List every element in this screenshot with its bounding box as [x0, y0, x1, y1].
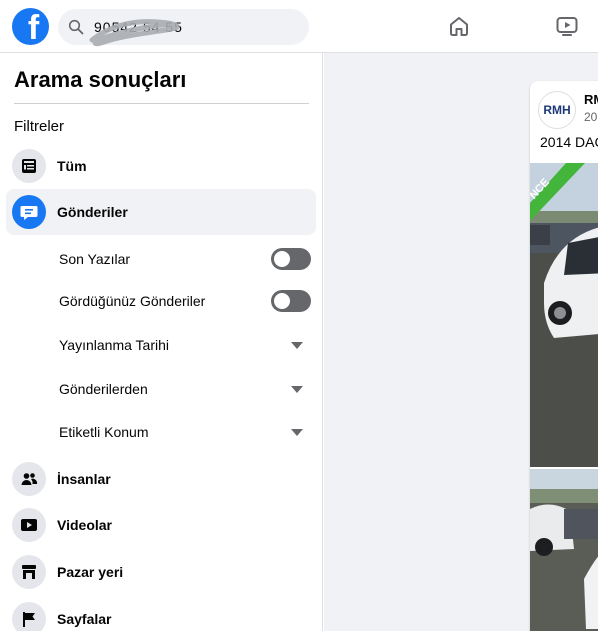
sub-filter-label: Gördüğünüz Gönderiler: [59, 293, 206, 309]
flag-icon: [23, 612, 35, 627]
marketplace-icon: [22, 565, 36, 579]
filter-videos-label: Videolar: [57, 517, 112, 533]
people-icon: [21, 473, 38, 485]
post-text: 2014 DAC: [540, 134, 598, 150]
search-icon: [68, 19, 84, 35]
filter-people-label: İnsanlar: [57, 471, 111, 487]
top-navigation-bar: f 90542 54 55: [0, 0, 598, 53]
sub-filter-seen-posts[interactable]: Gördüğünüz Gönderiler: [59, 286, 311, 316]
filter-all-label: Tüm: [57, 158, 87, 174]
filter-posts-label: Gönderiler: [57, 204, 128, 220]
filter-marketplace-label: Pazar yeri: [57, 564, 124, 580]
search-filters-sidebar: Arama sonuçları Filtreler Tüm Gönderiler: [0, 53, 323, 631]
page-avatar[interactable]: RMH: [538, 91, 576, 129]
posts-icon: [20, 206, 38, 220]
post-card[interactable]: RMH RM 20 2014 DAC NCE: [530, 81, 598, 631]
feed-icon: [22, 159, 36, 173]
seen-posts-toggle[interactable]: [271, 290, 311, 312]
post-photo[interactable]: NCE: [530, 163, 598, 467]
search-results-feed: RMH RM 20 2014 DAC NCE: [324, 53, 598, 631]
sub-filter-label: Yayınlanma Tarihi: [59, 337, 169, 353]
car-photo-image: [530, 469, 598, 631]
home-icon[interactable]: [447, 14, 471, 38]
post-author[interactable]: RM: [584, 92, 598, 107]
filter-pages-label: Sayfalar: [57, 611, 112, 627]
filter-marketplace[interactable]: Pazar yeri: [6, 549, 316, 595]
sub-filter-posts-from[interactable]: Gönderilerden: [59, 374, 311, 404]
filter-videos[interactable]: Videolar: [6, 502, 316, 548]
sub-filter-label: Gönderilerden: [59, 381, 148, 397]
filter-posts[interactable]: Gönderiler: [6, 189, 316, 235]
sub-filter-tagged-location[interactable]: Etiketli Konum: [59, 417, 311, 447]
filters-heading: Filtreler: [14, 118, 65, 135]
watch-video-icon[interactable]: [555, 14, 579, 38]
sub-filter-date-posted[interactable]: Yayınlanma Tarihi: [59, 330, 311, 360]
facebook-logo[interactable]: f: [12, 8, 49, 45]
recent-posts-toggle[interactable]: [271, 248, 311, 270]
car-photo-image: [530, 163, 598, 467]
filter-all[interactable]: Tüm: [6, 143, 316, 189]
video-icon: [21, 519, 37, 531]
redaction-scribble: [89, 19, 180, 47]
post-photo[interactable]: [530, 469, 598, 631]
page-title: Arama sonuçları: [14, 67, 187, 92]
sub-filter-label: Son Yazılar: [59, 251, 131, 267]
filter-pages[interactable]: Sayfalar: [6, 596, 316, 631]
dropdown-caret-icon[interactable]: [291, 428, 303, 436]
post-timestamp[interactable]: 20: [584, 110, 597, 124]
sub-filter-label: Etiketli Konum: [59, 424, 149, 440]
dropdown-caret-icon[interactable]: [291, 341, 303, 349]
divider: [14, 103, 309, 104]
dropdown-caret-icon[interactable]: [291, 385, 303, 393]
sub-filter-recent-posts[interactable]: Son Yazılar: [59, 244, 311, 274]
filter-people[interactable]: İnsanlar: [6, 456, 316, 502]
